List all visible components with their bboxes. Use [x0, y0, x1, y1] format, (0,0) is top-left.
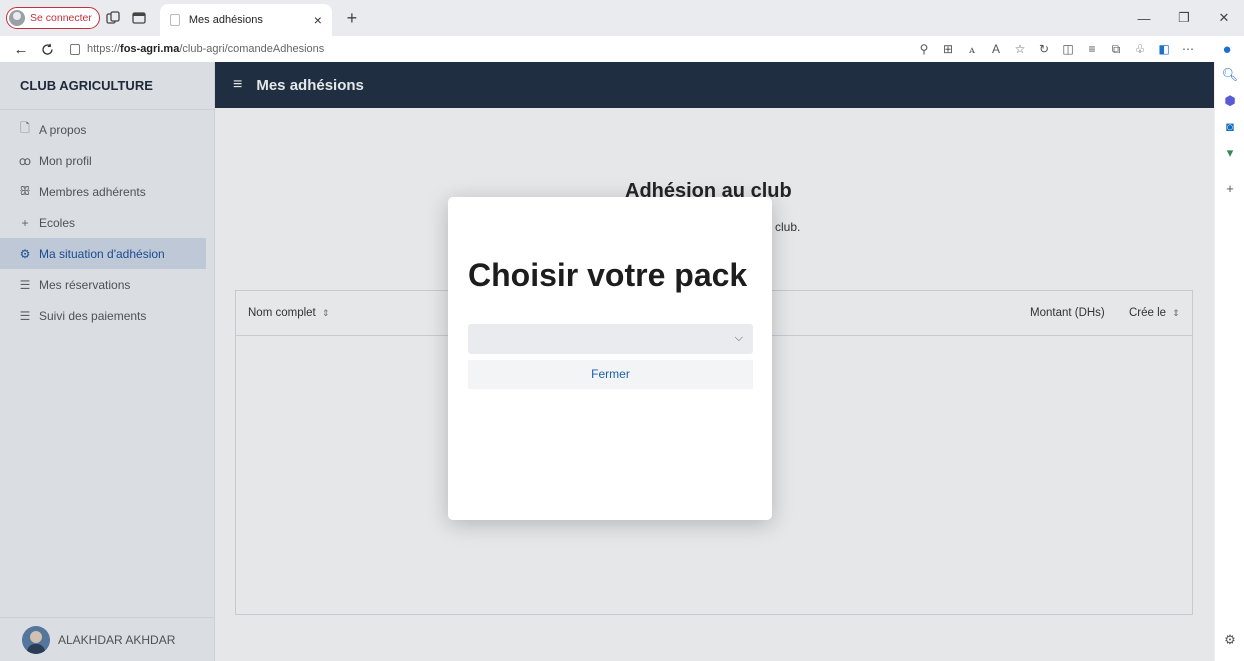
translate-icon[interactable]: ꭺ [960, 42, 984, 57]
edge-icon[interactable]: ◧ [1152, 42, 1176, 56]
tab-actions-icon[interactable] [126, 5, 152, 31]
back-arrow-icon[interactable]: ← [8, 36, 34, 62]
minimize-button[interactable]: — [1124, 0, 1164, 36]
favorite-star-icon[interactable]: ☆ [1008, 42, 1032, 56]
outlook-icon[interactable]: ◙ [1215, 114, 1244, 140]
split-screen-icon[interactable]: ◫ [1056, 42, 1080, 56]
modal-title: Choisir votre pack [468, 257, 748, 293]
url-prefix: https:// [87, 43, 121, 55]
app-grid-icon[interactable]: ⊞ [936, 42, 960, 56]
collections-icon[interactable]: ⧉ [1104, 42, 1128, 57]
shopping-icon[interactable]: ▾ [1215, 140, 1244, 166]
profile-avatar-icon [9, 10, 25, 26]
url-domain: fos-agri.ma [120, 43, 180, 55]
tab-favicon-icon [169, 14, 180, 26]
copilot-refresh-icon[interactable]: ↻ [1032, 42, 1056, 56]
pack-select[interactable]: ⌵ [468, 324, 753, 354]
pack-modal: Choisir votre pack ⌵ Fermer [448, 197, 772, 520]
extensions-icon[interactable]: ♧ [1128, 42, 1152, 56]
url-field[interactable]: https://fos-agri.ma/club-agri/comandeAdh… [64, 43, 694, 55]
copilot-icon[interactable]: ● [1214, 36, 1240, 62]
edge-sidebar: 🔍︎ ⬢ ◙ ▾ + ⚙ [1214, 62, 1244, 661]
read-aloud-icon[interactable]: A [984, 42, 1008, 56]
address-bar: ← https://fos-agri.ma/club-agri/comandeA… [0, 36, 1244, 62]
add-sidebar-icon[interactable]: + [1215, 176, 1244, 202]
close-window-button[interactable]: ✕ [1204, 0, 1244, 36]
sidebar-settings-icon[interactable]: ⚙ [1215, 627, 1244, 653]
browser-tab[interactable]: Mes adhésions × [159, 4, 332, 36]
window-controls: — ❐ ✕ [1124, 0, 1244, 36]
browser-toolbar: ⚲ ⊞ ꭺ A ☆ ↻ ◫ ≡ ⧉ ♧ ◧ ⋯ [912, 36, 1200, 62]
search-key-icon[interactable]: ⚲ [912, 42, 936, 56]
restore-button[interactable]: ❐ [1164, 0, 1204, 36]
tab-title: Mes adhésions [188, 14, 263, 26]
lock-icon [70, 43, 80, 55]
profile-button-label: Se connecter [30, 12, 92, 24]
search-icon[interactable]: 🔍︎ [1215, 62, 1244, 88]
close-button[interactable]: Fermer [468, 360, 753, 389]
more-icon[interactable]: ⋯ [1176, 42, 1200, 56]
favorites-icon[interactable]: ≡ [1080, 42, 1104, 56]
copilot-sidebar-icon[interactable]: ⬢ [1215, 88, 1244, 114]
tab-close-icon[interactable]: × [310, 12, 326, 28]
chevron-down-icon: ⌵ [734, 332, 743, 344]
new-tab-button[interactable]: + [340, 8, 364, 29]
browser-tab-bar: Se connecter Mes adhésions × + — ❐ ✕ [0, 0, 1244, 36]
refresh-icon[interactable] [34, 36, 60, 62]
workspaces-icon[interactable] [100, 5, 126, 31]
url-path: /club-agri/comandeAdhesions [179, 43, 325, 55]
browser-profile-button[interactable]: Se connecter [6, 7, 100, 29]
